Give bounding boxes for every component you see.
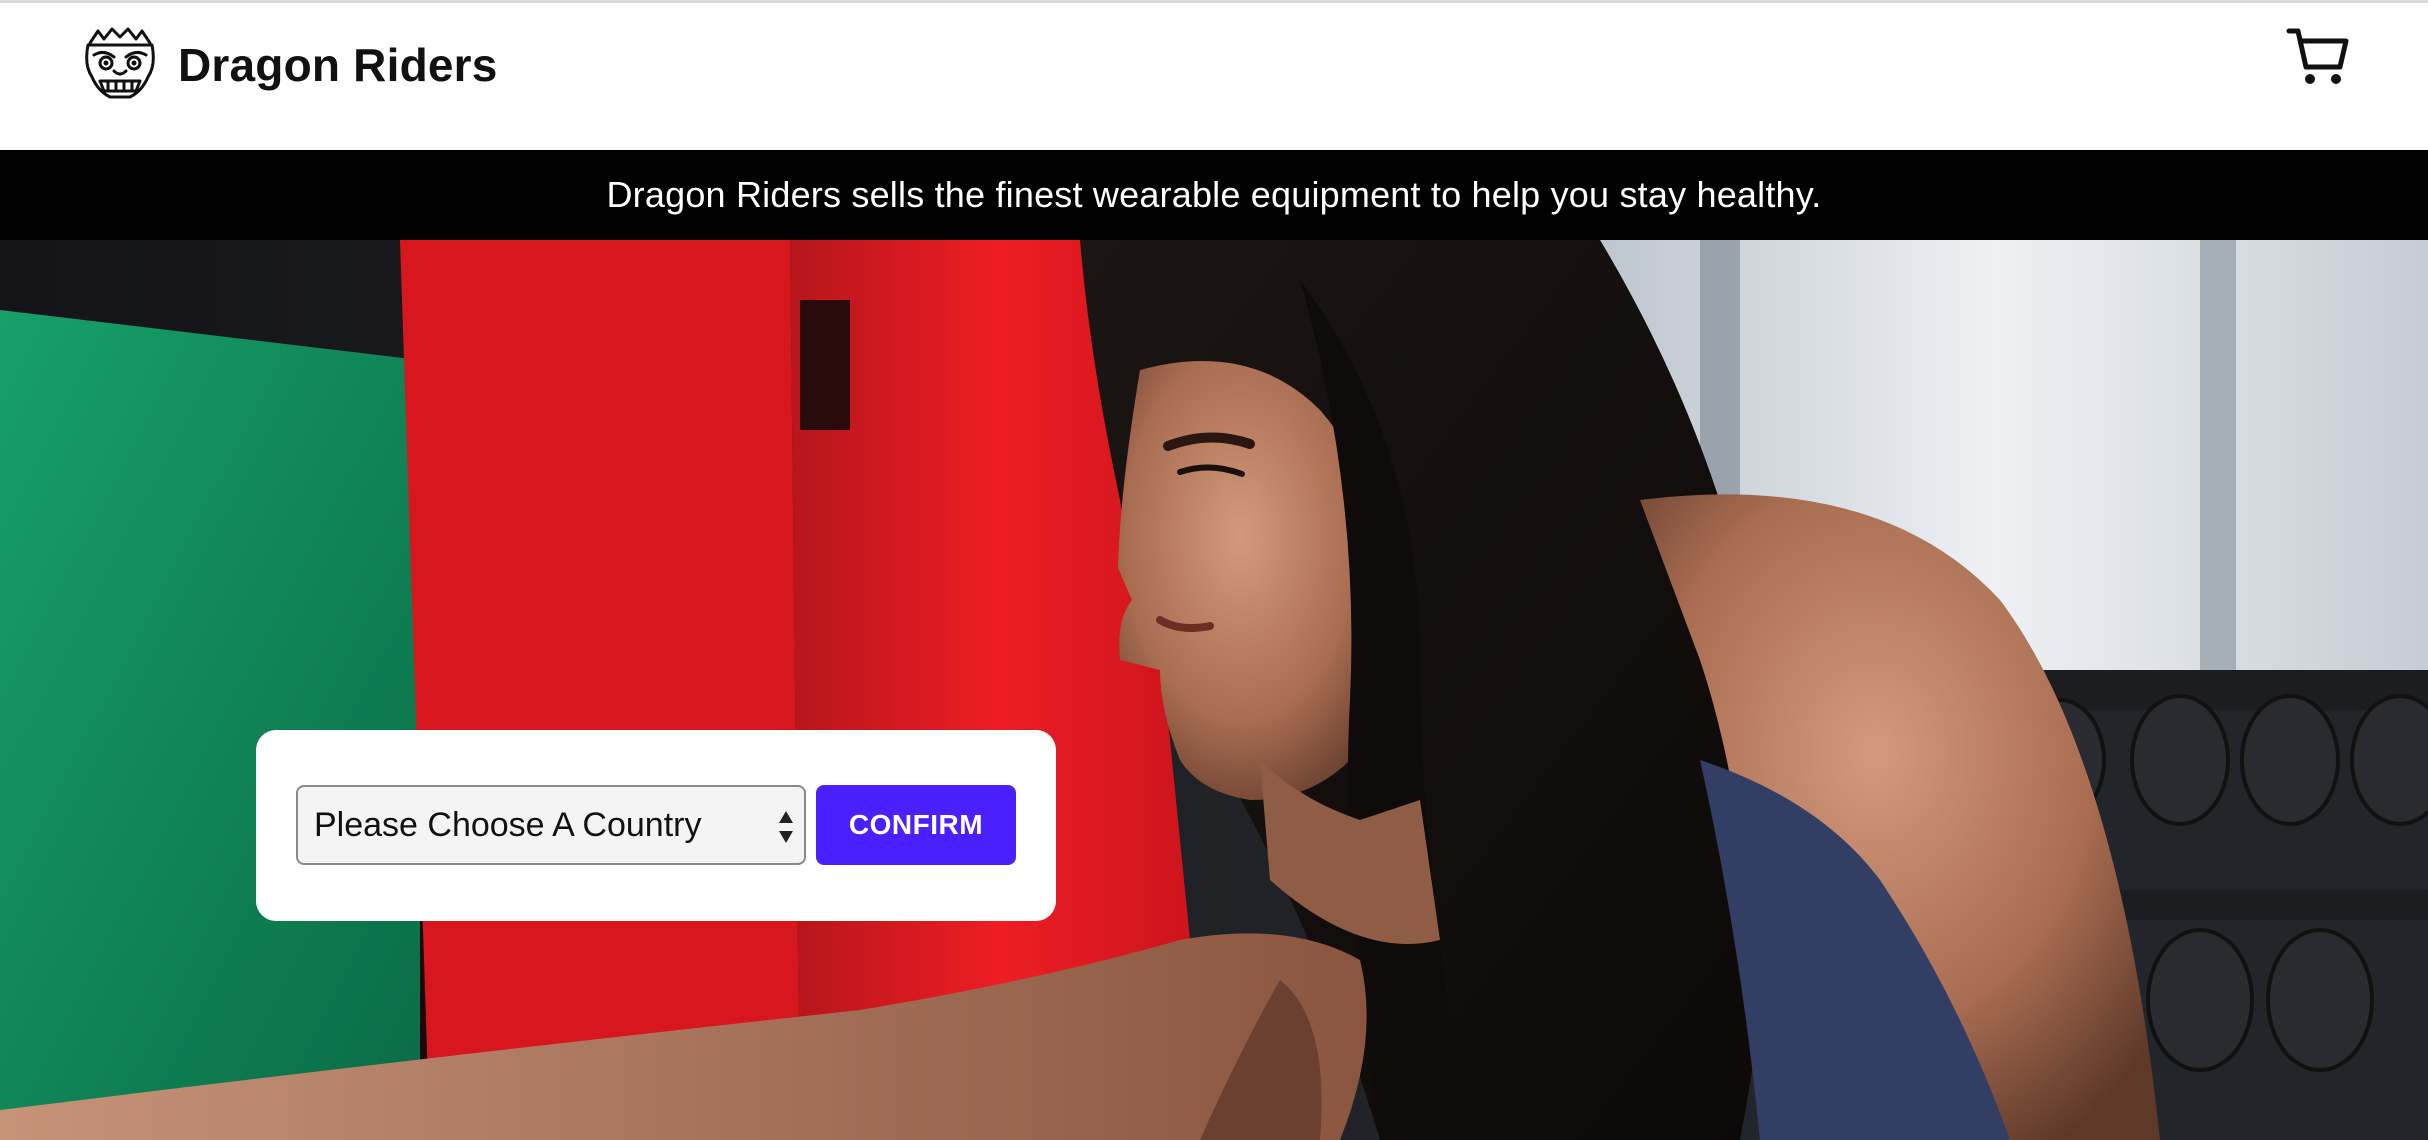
announcement-text: Dragon Riders sells the finest wearable … [606, 174, 1822, 215]
select-arrows-icon [779, 811, 793, 843]
country-select-value: Please Choose A Country [314, 805, 702, 844]
site-header: Dragon Riders [0, 0, 2428, 150]
shopping-cart-icon[interactable] [2286, 25, 2350, 89]
hero-image [0, 240, 2428, 1140]
brand-name: Dragon Riders [178, 39, 498, 91]
announcement-bar: Dragon Riders sells the finest wearable … [0, 150, 2428, 240]
page: Dragon Riders Dragon Riders sells the fi… [0, 0, 2428, 1140]
dragon-mask-icon [85, 27, 155, 99]
country-selector-card: Please Choose A Country CONFIRM [256, 730, 1056, 921]
hero-banner: Please Choose A Country CONFIRM [0, 240, 2428, 1140]
brand-link[interactable]: Dragon Riders [80, 25, 498, 105]
confirm-button[interactable]: CONFIRM [816, 785, 1016, 865]
country-select[interactable]: Please Choose A Country [296, 785, 806, 865]
